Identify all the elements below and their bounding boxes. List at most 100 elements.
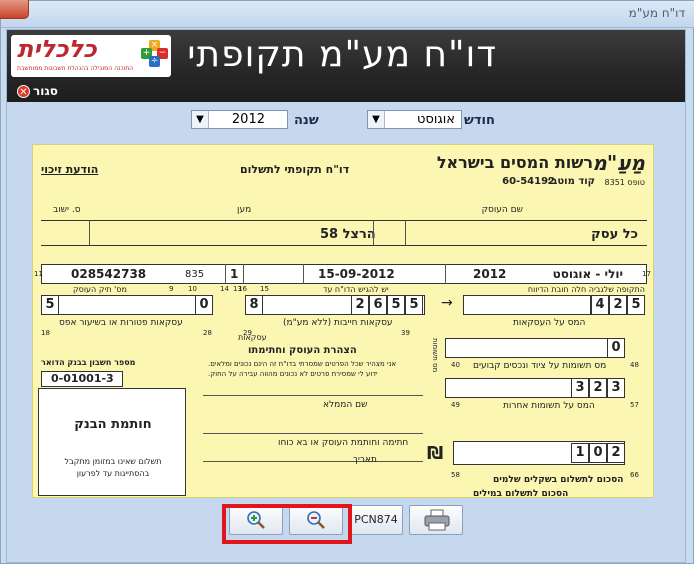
- period-year: 2012: [473, 267, 507, 281]
- signature-label: חתימה וחותמת העוסק או בא כוחו: [278, 438, 409, 448]
- file-number: 028542738: [71, 267, 147, 281]
- exempt-label: עסקאות פטורות או בשיעור אפס: [59, 318, 183, 328]
- credit-note: הודעת זיכוי: [41, 163, 99, 176]
- field-num: 39: [401, 329, 410, 337]
- total-digit: 1: [571, 443, 589, 463]
- bottom-toolbar: PCN874: [7, 500, 685, 540]
- print-button[interactable]: [409, 505, 463, 535]
- zoom-out-button[interactable]: [289, 505, 343, 535]
- equip-value: 0: [607, 338, 625, 358]
- zoom-in-icon: [247, 511, 265, 529]
- close-icon: ✕: [17, 84, 30, 98]
- exempt-last: 0: [195, 295, 213, 315]
- close-button[interactable]: סגור ✕: [17, 83, 58, 99]
- bank-account-value: 0-01001-3: [51, 372, 114, 385]
- window-title-bar[interactable]: דו"ח מע"מ: [0, 0, 694, 28]
- chevron-down-icon[interactable]: ▼: [368, 111, 385, 128]
- company-logo: כלכלית התוכנה המובילה בהנהלת חשבונות ממו…: [11, 35, 171, 77]
- field-num: 13: [233, 285, 242, 293]
- logo-word: כלכלית: [17, 35, 97, 63]
- field-num: 29: [243, 329, 252, 337]
- page-title: דו"ח מע"מ תקופתי: [187, 34, 497, 75]
- field-num: 58: [451, 471, 460, 479]
- taxable-digit: 5: [405, 295, 423, 315]
- taxable-digit: 2: [351, 295, 369, 315]
- field-num: 57: [630, 401, 639, 409]
- field-num: 15: [260, 285, 269, 293]
- bank-note-1: תשלום שאינו במזומן מתקבל: [64, 457, 162, 466]
- other-label: המס על תשומות אחרות: [503, 401, 595, 411]
- vat-report-form: מַעַ"מ רשות המסים בישראל טופס 8351 קוד מ…: [32, 144, 654, 499]
- other-digit: 3: [607, 378, 625, 398]
- field-num: 49: [451, 401, 460, 409]
- total-digit: 2: [607, 443, 625, 463]
- submit-label: יש להגיש הדו"ח עד: [323, 285, 389, 294]
- zoom-in-button[interactable]: [229, 505, 283, 535]
- authority-name: רשות המסים בישראל: [436, 153, 593, 172]
- vat-digit: 4: [591, 295, 609, 315]
- decl-text-1: אני מצהיר שכל הפרטים שמסרתי בדו"ח זה הינ…: [208, 360, 397, 368]
- report-header: כלכלית התוכנה המובילה בהנהלת חשבונות ממו…: [7, 30, 685, 102]
- taxable-label: עסקאות חייבות (ללא מע"מ): [283, 318, 393, 328]
- field-num: 66: [630, 471, 639, 479]
- bank-stamp-box: חותמת הבנק תשלום שאינו במזומן מתקבל בהסת…: [38, 388, 186, 496]
- filter-bar: חודש אוגוסט ▼ שנה 2012 ▼: [7, 102, 685, 138]
- scrollbar[interactable]: [687, 29, 693, 563]
- month-select[interactable]: אוגוסט ▼: [367, 110, 462, 129]
- month-label: חודש: [464, 113, 495, 128]
- chevron-down-icon[interactable]: ▼: [192, 111, 209, 128]
- exempt-first: 5: [41, 295, 59, 315]
- field-num: 17: [642, 270, 651, 278]
- bank-note-2: בהסתייגות עד לפרעון: [76, 469, 150, 478]
- field-num: 10: [188, 285, 197, 293]
- app-window: דו"ח מע"מ כלכלית התוכנה המובילה בהנהלת ח…: [0, 0, 694, 564]
- field-num: 48: [630, 361, 639, 369]
- decl-text-2: ידוע לי שמסירת פרטים לא נכונים מהווה עבי…: [208, 370, 378, 378]
- period-value: יולי - אוגוסט: [552, 267, 623, 281]
- equip-label: מס תשומות על ציוד ונכסים קבועים: [473, 361, 607, 371]
- field-num: 40: [451, 361, 460, 369]
- vat-label: המס על העסקאות: [513, 318, 586, 328]
- pcn874-button[interactable]: PCN874: [349, 505, 403, 535]
- address-label: מען: [237, 205, 252, 215]
- year-select[interactable]: 2012 ▼: [191, 110, 288, 129]
- year-label: שנה: [294, 113, 319, 128]
- window-title: דו"ח מע"מ: [628, 6, 685, 20]
- shekel-icon: ₪: [427, 443, 444, 464]
- bank-stamp-title: חותמת הבנק: [74, 417, 152, 432]
- report-title: דו"ח תקופתי לתשלום: [240, 163, 350, 176]
- city-label: ס. ישוב: [53, 205, 81, 215]
- year-select-value: 2012: [231, 112, 265, 127]
- window-close-button[interactable]: [0, 0, 29, 19]
- date-label: תאריך: [353, 455, 377, 465]
- submit-date: 15-09-2012: [318, 267, 395, 281]
- total-digit: 0: [589, 443, 607, 463]
- code-835: 835: [185, 269, 205, 280]
- total-words-label: הסכום לתשלום במילים: [473, 489, 569, 499]
- file-label: מס' תיק העוסק: [73, 285, 127, 294]
- dealer-name-label: שם העוסק: [481, 205, 523, 215]
- field-num: 9: [169, 285, 174, 293]
- field-num: 14: [220, 285, 229, 293]
- code-value: 60-54192: [502, 176, 555, 187]
- decl-title: הצהרת העוסק וחתימתו: [248, 345, 357, 356]
- total-label: הסכום לתשלום בשקלים שלמים: [493, 475, 624, 485]
- taxable-digit: 6: [369, 295, 387, 315]
- field-num: 28: [203, 329, 212, 337]
- form-number: טופס 8351: [604, 178, 645, 187]
- client-area: כלכלית התוכנה המובילה בהנהלת חשבונות ממו…: [6, 29, 686, 563]
- taxable-digit: 5: [387, 295, 405, 315]
- other-digit: 2: [589, 378, 607, 398]
- zoom-out-icon: [307, 511, 325, 529]
- vat-digit: 2: [609, 295, 627, 315]
- logo-subtitle: התוכנה המובילה בהנהלת חשבונות ממוחשבת: [17, 65, 134, 72]
- authority-logo: מַעַ"מ: [592, 151, 645, 175]
- logo-diamond-icon: × + − ÷: [141, 40, 168, 67]
- vat-digit: 5: [627, 295, 645, 315]
- period-label: התקופה שלגביה חלה חובת הדיווח: [527, 285, 645, 294]
- taxable-first: 8: [245, 295, 263, 315]
- month-select-value: אוגוסט: [417, 112, 455, 127]
- printer-icon: [424, 509, 450, 531]
- other-digit: 3: [571, 378, 589, 398]
- arrow-right-icon: →: [441, 295, 453, 311]
